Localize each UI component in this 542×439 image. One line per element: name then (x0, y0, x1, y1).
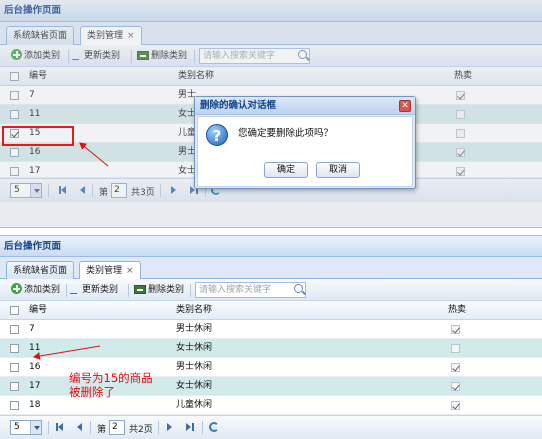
first-page-icon[interactable] (58, 423, 63, 431)
highlight-box (2, 126, 74, 146)
add-label: 添加类别 (24, 285, 61, 295)
delete-category-button[interactable]: 删除类别 (134, 283, 184, 298)
page-number-input[interactable]: 2 (109, 420, 125, 435)
page-total: 共2页 (129, 425, 153, 435)
refresh-icon[interactable] (209, 422, 219, 432)
select-all-checkbox[interactable] (10, 306, 19, 315)
column-header-hot[interactable]: 热卖 (448, 301, 466, 320)
cell-name: 女士休闲 (176, 343, 213, 353)
pager-separator (158, 421, 159, 434)
cell-id: 16 (29, 362, 41, 372)
column-header-id[interactable]: 编号 (29, 301, 47, 320)
cell-name: 男士休闲 (176, 324, 213, 334)
prev-page-icon[interactable] (77, 423, 82, 431)
delete-icon (134, 285, 146, 294)
toolbar-separator (190, 284, 191, 297)
dialog-body: ? 您确定要删除此项吗？ 确定 取消 (197, 116, 413, 187)
update-category-button[interactable]: 更新类别 (69, 283, 119, 298)
add-category-button[interactable]: 添加类别 (11, 283, 60, 298)
panel-title: 后台操作页面 (0, 236, 542, 257)
next-page-icon[interactable] (167, 423, 172, 431)
note-line-1: 编号为15的商品 (69, 371, 153, 385)
page-size-value: 5 (14, 422, 20, 432)
note-line-2: 被删除了 (69, 385, 115, 399)
tab-label: 系统缺省页面 (13, 266, 68, 276)
page-prefix: 第 (97, 425, 107, 435)
delete-confirm-dialog: 删除的确认对话框 ✕ ? 您确定要删除此项吗？ 确定 取消 (194, 96, 416, 189)
search-input[interactable]: 请输入搜索关键字 (195, 282, 306, 298)
pagination-bar: 5 第 2 共2页 (0, 415, 542, 439)
page-number-value: 2 (112, 422, 118, 432)
ok-button[interactable]: 确定 (264, 162, 308, 178)
cell-id: 17 (29, 381, 41, 391)
cancel-button[interactable]: 取消 (316, 162, 360, 178)
chevron-down-icon (30, 421, 41, 434)
hot-checkbox (451, 344, 460, 353)
tab-close-icon[interactable]: × (126, 266, 134, 276)
row-checkbox[interactable] (10, 344, 19, 353)
pager-separator (202, 421, 203, 434)
question-icon: ? (206, 124, 228, 146)
row-checkbox[interactable] (10, 382, 19, 391)
row-checkbox[interactable] (10, 401, 19, 410)
close-icon[interactable]: ✕ (399, 100, 411, 112)
page-size-select[interactable]: 5 (10, 420, 42, 435)
hot-checkbox (451, 401, 460, 410)
search-placeholder: 请输入搜索关键字 (199, 285, 272, 295)
last-page-icon[interactable] (186, 423, 191, 431)
bottom-panel: 后台操作页面 系统缺省页面 类别管理 × 添加类别 更新类别 删除类别 请输入搜索… (0, 235, 542, 439)
tab-bar: 系统缺省页面 类别管理 × (0, 257, 542, 281)
edit-label: 更新类别 (82, 285, 119, 295)
cell-name: 儿童休闲 (176, 400, 213, 410)
dialog-message: 您确定要删除此项吗？ (238, 128, 334, 139)
add-icon (11, 283, 22, 294)
hot-checkbox (451, 363, 460, 372)
annotation-note: 编号为15的商品 被删除了 (69, 371, 153, 399)
last-page-bar (192, 423, 194, 431)
tab-label: 类别管理 (86, 266, 123, 276)
pager-separator (90, 421, 91, 434)
toolbar-separator (128, 284, 129, 297)
hot-checkbox (451, 382, 460, 391)
grid-header: 编号 类别名称 热卖 (0, 301, 542, 320)
cell-id: 18 (29, 400, 41, 410)
table-row[interactable]: 7 男士休闲 (0, 320, 542, 339)
toolbar-separator (66, 284, 67, 297)
row-checkbox[interactable] (10, 325, 19, 334)
tab-default-page[interactable]: 系统缺省页面 (6, 261, 75, 280)
table-row[interactable]: 11 女士休闲 (0, 339, 542, 358)
hot-checkbox (451, 325, 460, 334)
toolbar: 添加类别 更新类别 删除类别 请输入搜索关键字 (0, 279, 542, 301)
row-checkbox[interactable] (10, 363, 19, 372)
tab-category-management[interactable]: 类别管理 × (79, 261, 141, 281)
cell-id: 7 (29, 324, 35, 334)
delete-label: 删除类别 (148, 285, 185, 295)
dialog-title: 删除的确认对话框 (195, 97, 415, 115)
cell-name: 女士休闲 (176, 381, 213, 391)
cell-id: 11 (29, 343, 41, 353)
pager-separator (48, 421, 49, 434)
column-header-name[interactable]: 类别名称 (176, 301, 212, 320)
search-icon[interactable] (294, 284, 303, 293)
cell-name: 男士休闲 (176, 362, 213, 372)
